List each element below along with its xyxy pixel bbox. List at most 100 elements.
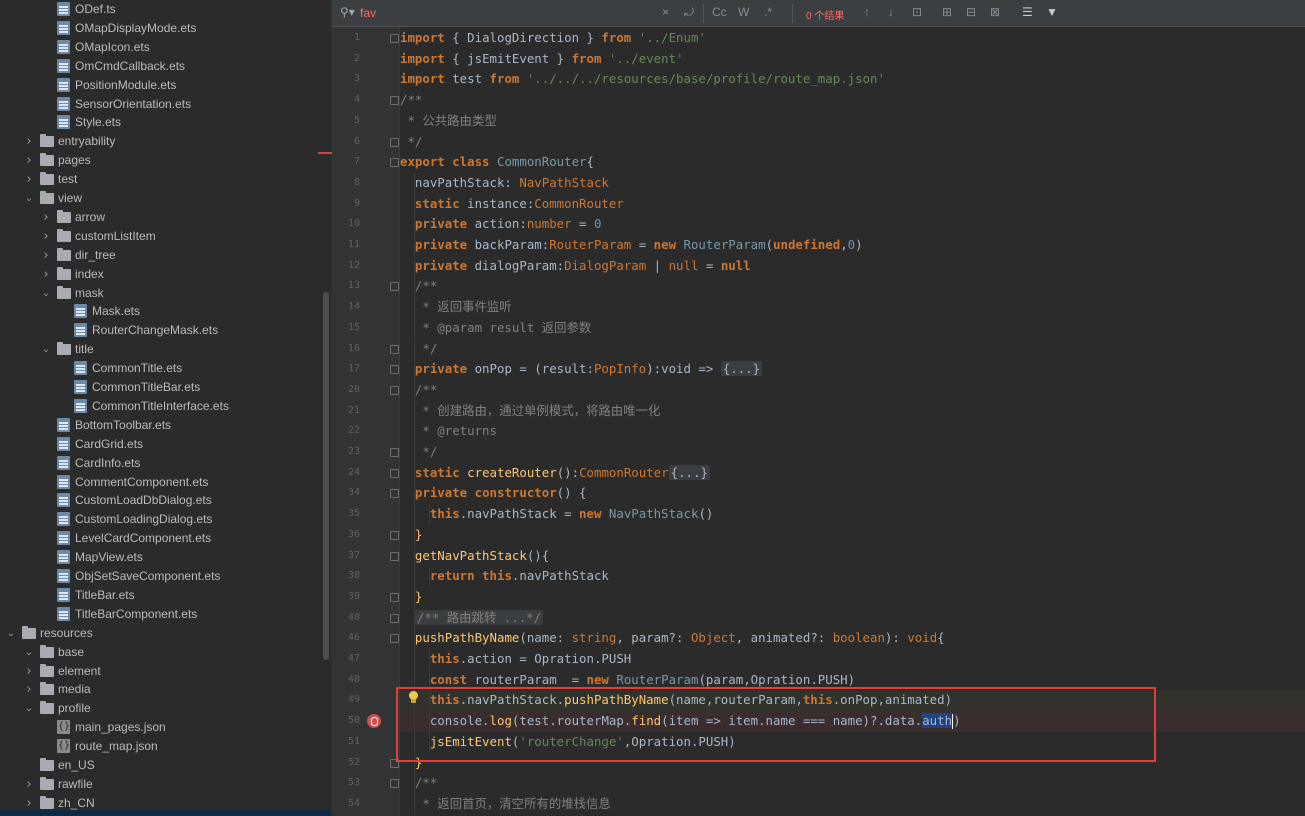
tree-file[interactable]: CustomLoadDbDialog.ets <box>0 491 322 510</box>
fold-marker-icon[interactable] <box>390 551 399 561</box>
code-line[interactable]: export class CommonRouter{ <box>400 152 1305 173</box>
tree-scrollbar[interactable] <box>323 292 329 660</box>
chevron-right-icon[interactable]: › <box>40 227 52 246</box>
code-line[interactable]: */ <box>400 442 1305 463</box>
fold-marker-icon[interactable] <box>390 34 399 43</box>
code-line[interactable]: */ <box>400 338 1305 360</box>
line-gutter[interactable]: 1 2 3 4 5 6 7 8 9 10 11 12 13 14 15 16 17 20 21 22 23 24 34 35 3… <box>332 27 400 816</box>
chevron-right-icon[interactable]: › <box>23 775 35 794</box>
prev-occurrence-icon[interactable]: ↑ <box>864 5 870 19</box>
code-line[interactable]: /** <box>400 379 1305 401</box>
search-icon[interactable]: ⚲▾ <box>340 5 355 19</box>
fold-marker-icon[interactable] <box>390 96 399 106</box>
code-line[interactable]: this.navPathStack = new NavPathStack() <box>400 504 1305 525</box>
history-icon[interactable]: ⤾ <box>684 5 694 20</box>
chevron-right-icon[interactable]: › <box>23 680 35 699</box>
chevron-down-icon[interactable]: ⌄ <box>40 284 52 303</box>
fold-marker-icon[interactable] <box>390 282 399 292</box>
chevron-right-icon[interactable]: › <box>23 151 35 170</box>
fold-marker-icon[interactable] <box>390 448 399 457</box>
fold-marker-icon[interactable] <box>390 385 399 395</box>
tree-folder[interactable]: en_US <box>0 756 322 775</box>
code-line[interactable]: import { jsEmitEvent } from '../event' <box>400 49 1305 70</box>
lightbulb-icon[interactable] <box>409 691 418 703</box>
tree-file[interactable]: CommonTitleBar.ets <box>0 378 322 397</box>
code-line[interactable]: } <box>400 586 1305 608</box>
code-line[interactable]: static createRouter():CommonRouter {...} <box>400 462 1305 484</box>
tree-folder[interactable]: › rawfile <box>0 775 322 794</box>
code-line[interactable]: private onPop = (result:PopInfo):void =>… <box>400 359 1305 380</box>
tree-file[interactable]: OMapIcon.ets <box>0 38 322 57</box>
clear-icon[interactable]: × <box>662 5 669 19</box>
chevron-down-icon[interactable]: ⌄ <box>23 643 35 662</box>
code-line[interactable]: * 公共路由类型 <box>400 111 1305 132</box>
code-line[interactable]: * 创建路由，通过单例模式，将路由唯一化 <box>400 400 1305 422</box>
fold-marker-icon[interactable] <box>390 468 399 478</box>
code-line[interactable]: /** <box>400 90 1305 111</box>
tree-file[interactable]: CardInfo.ets <box>0 454 322 473</box>
fold-marker-icon[interactable] <box>390 779 399 789</box>
chevron-right-icon[interactable]: › <box>40 208 52 227</box>
code-line[interactable]: /** <box>400 773 1305 794</box>
code-line[interactable]: /** 路由跳转 ...*/ <box>400 607 1305 629</box>
tree-file[interactable]: Mask.ets <box>0 302 322 321</box>
code-line[interactable]: private constructor() { <box>400 483 1305 505</box>
tree-file[interactable]: CustomLoadingDialog.ets <box>0 510 322 529</box>
tree-file[interactable]: ODef.ts <box>0 0 322 19</box>
match-case-icon[interactable]: Cc <box>712 5 727 19</box>
fold-marker-icon[interactable] <box>390 592 399 602</box>
tree-file[interactable]: LevelCardComponent.ets <box>0 529 322 548</box>
tree-file[interactable]: OMapDisplayMode.ets <box>0 19 322 38</box>
chevron-down-icon[interactable]: ⌄ <box>23 189 35 208</box>
tree-folder[interactable]: › arrow <box>0 208 322 227</box>
chevron-right-icon[interactable]: › <box>23 170 35 189</box>
code-line[interactable]: this.action = Opration.PUSH <box>400 649 1305 670</box>
tree-folder[interactable]: › element <box>0 662 322 681</box>
fold-marker-icon[interactable] <box>390 530 399 540</box>
remove-selection-icon[interactable]: ⊟ <box>966 5 976 19</box>
tree-file[interactable]: CardGrid.ets <box>0 435 322 454</box>
fold-marker-icon[interactable] <box>390 344 399 354</box>
tree-folder[interactable]: ⌄ mask <box>0 284 322 303</box>
tree-folder[interactable]: › dir_tree <box>0 246 322 265</box>
tree-file[interactable]: Style.ets <box>0 113 322 132</box>
filter-icon[interactable]: ☰ <box>1022 5 1033 19</box>
chevron-down-icon[interactable]: ⌄ <box>5 624 17 643</box>
fold-marker-icon[interactable] <box>390 634 399 644</box>
breakpoint-icon[interactable] <box>367 714 381 728</box>
tree-file[interactable]: ObjSetSaveComponent.ets <box>0 567 322 586</box>
select-all-icon[interactable]: ⊠ <box>990 5 1000 19</box>
tree-file[interactable]: PositionModule.ets <box>0 76 322 95</box>
find-input[interactable] <box>360 4 640 22</box>
chevron-right-icon[interactable]: › <box>40 265 52 284</box>
tree-folder[interactable]: › customListItem <box>0 227 322 246</box>
tree-file[interactable]: OmCmdCallback.ets <box>0 57 322 76</box>
tree-folder[interactable]: › entryability <box>0 132 322 151</box>
code-line[interactable]: * @param result 返回参数 <box>400 317 1305 339</box>
code-line[interactable]: private dialogParam:DialogParam | null =… <box>400 255 1305 277</box>
tree-file[interactable]: SensorOrientation.ets <box>0 95 322 114</box>
code-line[interactable]: return this.navPathStack <box>400 566 1305 587</box>
tree-folder[interactable]: › media <box>0 680 322 699</box>
code-line[interactable]: /** <box>400 276 1305 298</box>
fold-marker-icon[interactable] <box>390 158 399 168</box>
code-line[interactable]: } <box>400 524 1305 546</box>
open-in-window-icon[interactable]: ⊡ <box>912 5 922 19</box>
tree-folder[interactable]: ⌄ profile <box>0 699 322 718</box>
tree-file[interactable]: CommentComponent.ets <box>0 473 322 492</box>
code-line[interactable]: * 返回首页，清空所有的堆栈信息 <box>400 793 1305 815</box>
tree-file[interactable]: CommonTitleInterface.ets <box>0 397 322 416</box>
tree-file[interactable]: route_map.json <box>0 736 322 756</box>
regex-icon[interactable]: .* <box>764 5 772 19</box>
chevron-right-icon[interactable]: › <box>23 132 35 151</box>
words-icon[interactable]: W <box>738 5 749 19</box>
fold-marker-icon[interactable] <box>390 489 399 499</box>
code-line[interactable]: getNavPathStack(){ <box>400 545 1305 567</box>
tree-folder[interactable]: › test <box>0 170 322 189</box>
code-line[interactable]: import test from '../../../resources/bas… <box>400 69 1305 90</box>
code-line[interactable]: private backParam:RouterParam = new Rout… <box>400 235 1305 256</box>
tree-folder[interactable]: ⌄ base <box>0 643 322 662</box>
code-line[interactable]: private action:number = 0 <box>400 214 1305 235</box>
add-selection-icon[interactable]: ⊞ <box>942 5 952 19</box>
tree-file[interactable]: main_pages.json <box>0 717 322 737</box>
